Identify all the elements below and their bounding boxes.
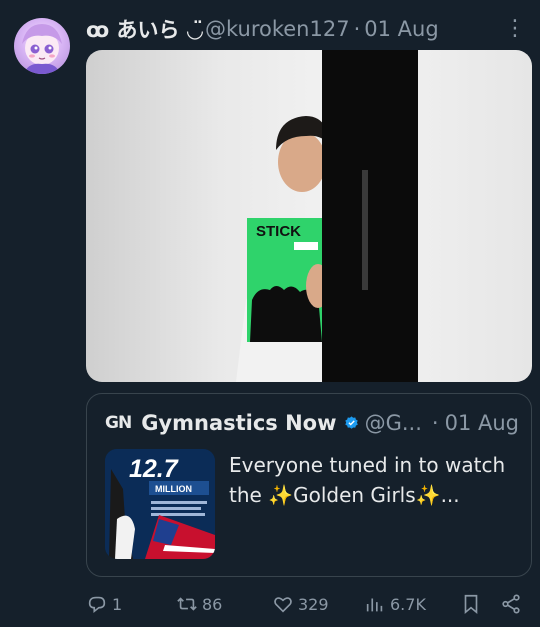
- tweet-header: ꝏ あいら ◡̈ @kuroken127 · 01 Aug ⋮: [86, 12, 526, 46]
- heart-icon: [274, 597, 292, 613]
- quoted-tweet[interactable]: GN Gymnastics Now @G... · 01 Aug 12.7 MI…: [86, 393, 532, 577]
- author-display-name[interactable]: ꝏ あいら ◡̈: [86, 14, 203, 44]
- bookmark-icon: [464, 594, 478, 615]
- thumb-unit: MILLION: [155, 484, 192, 494]
- retweet-button[interactable]: 86: [176, 588, 222, 620]
- quote-date[interactable]: 01 Aug: [445, 411, 519, 435]
- header-separator: ·: [353, 17, 361, 41]
- views-count: 6.7K: [390, 594, 426, 614]
- more-vertical-icon[interactable]: ⋮: [504, 16, 526, 41]
- quote-thumbnail[interactable]: 12.7 MILLION: [105, 449, 215, 559]
- author-handle[interactable]: @kuroken127: [205, 17, 350, 41]
- magazine-title: STICK: [256, 223, 301, 240]
- retweet-count: 86: [202, 594, 223, 614]
- quote-author-name[interactable]: Gymnastics Now: [141, 411, 336, 435]
- thumb-number: 12.7: [129, 455, 179, 483]
- like-button[interactable]: 329: [272, 588, 329, 620]
- quote-author-handle[interactable]: @G...: [365, 411, 422, 435]
- analytics-icon: [366, 598, 383, 612]
- bookmark-button[interactable]: [460, 588, 482, 620]
- reply-count: 1: [112, 594, 123, 614]
- tweet-actions: 1 86 329 6.7K: [86, 588, 526, 620]
- tweet-photo[interactable]: STICK: [86, 50, 532, 382]
- quote-text: Everyone tuned in to watch the ✨Golden G…: [229, 453, 506, 507]
- verified-badge-icon: [344, 416, 358, 429]
- author-avatar[interactable]: [14, 18, 70, 74]
- quote-author-logo[interactable]: GN: [105, 413, 132, 433]
- share-icon: [502, 594, 520, 614]
- like-count: 329: [298, 594, 329, 614]
- tweet-date[interactable]: 01 Aug: [364, 17, 438, 41]
- reply-icon: [88, 596, 106, 614]
- retweet-icon: [177, 597, 197, 611]
- views-button[interactable]: 6.7K: [364, 588, 426, 620]
- reply-button[interactable]: 1: [86, 588, 122, 620]
- quote-header: GN Gymnastics Now @G... · 01 Aug: [105, 408, 519, 438]
- share-button[interactable]: [500, 588, 522, 620]
- quote-separator: ·: [431, 411, 439, 435]
